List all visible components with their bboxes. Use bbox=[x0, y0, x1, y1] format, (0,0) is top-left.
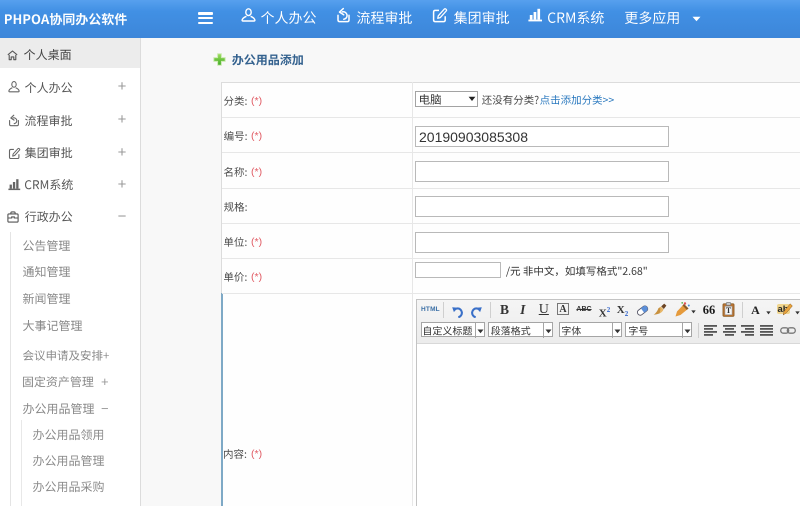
svg-text:T: T bbox=[726, 306, 732, 315]
